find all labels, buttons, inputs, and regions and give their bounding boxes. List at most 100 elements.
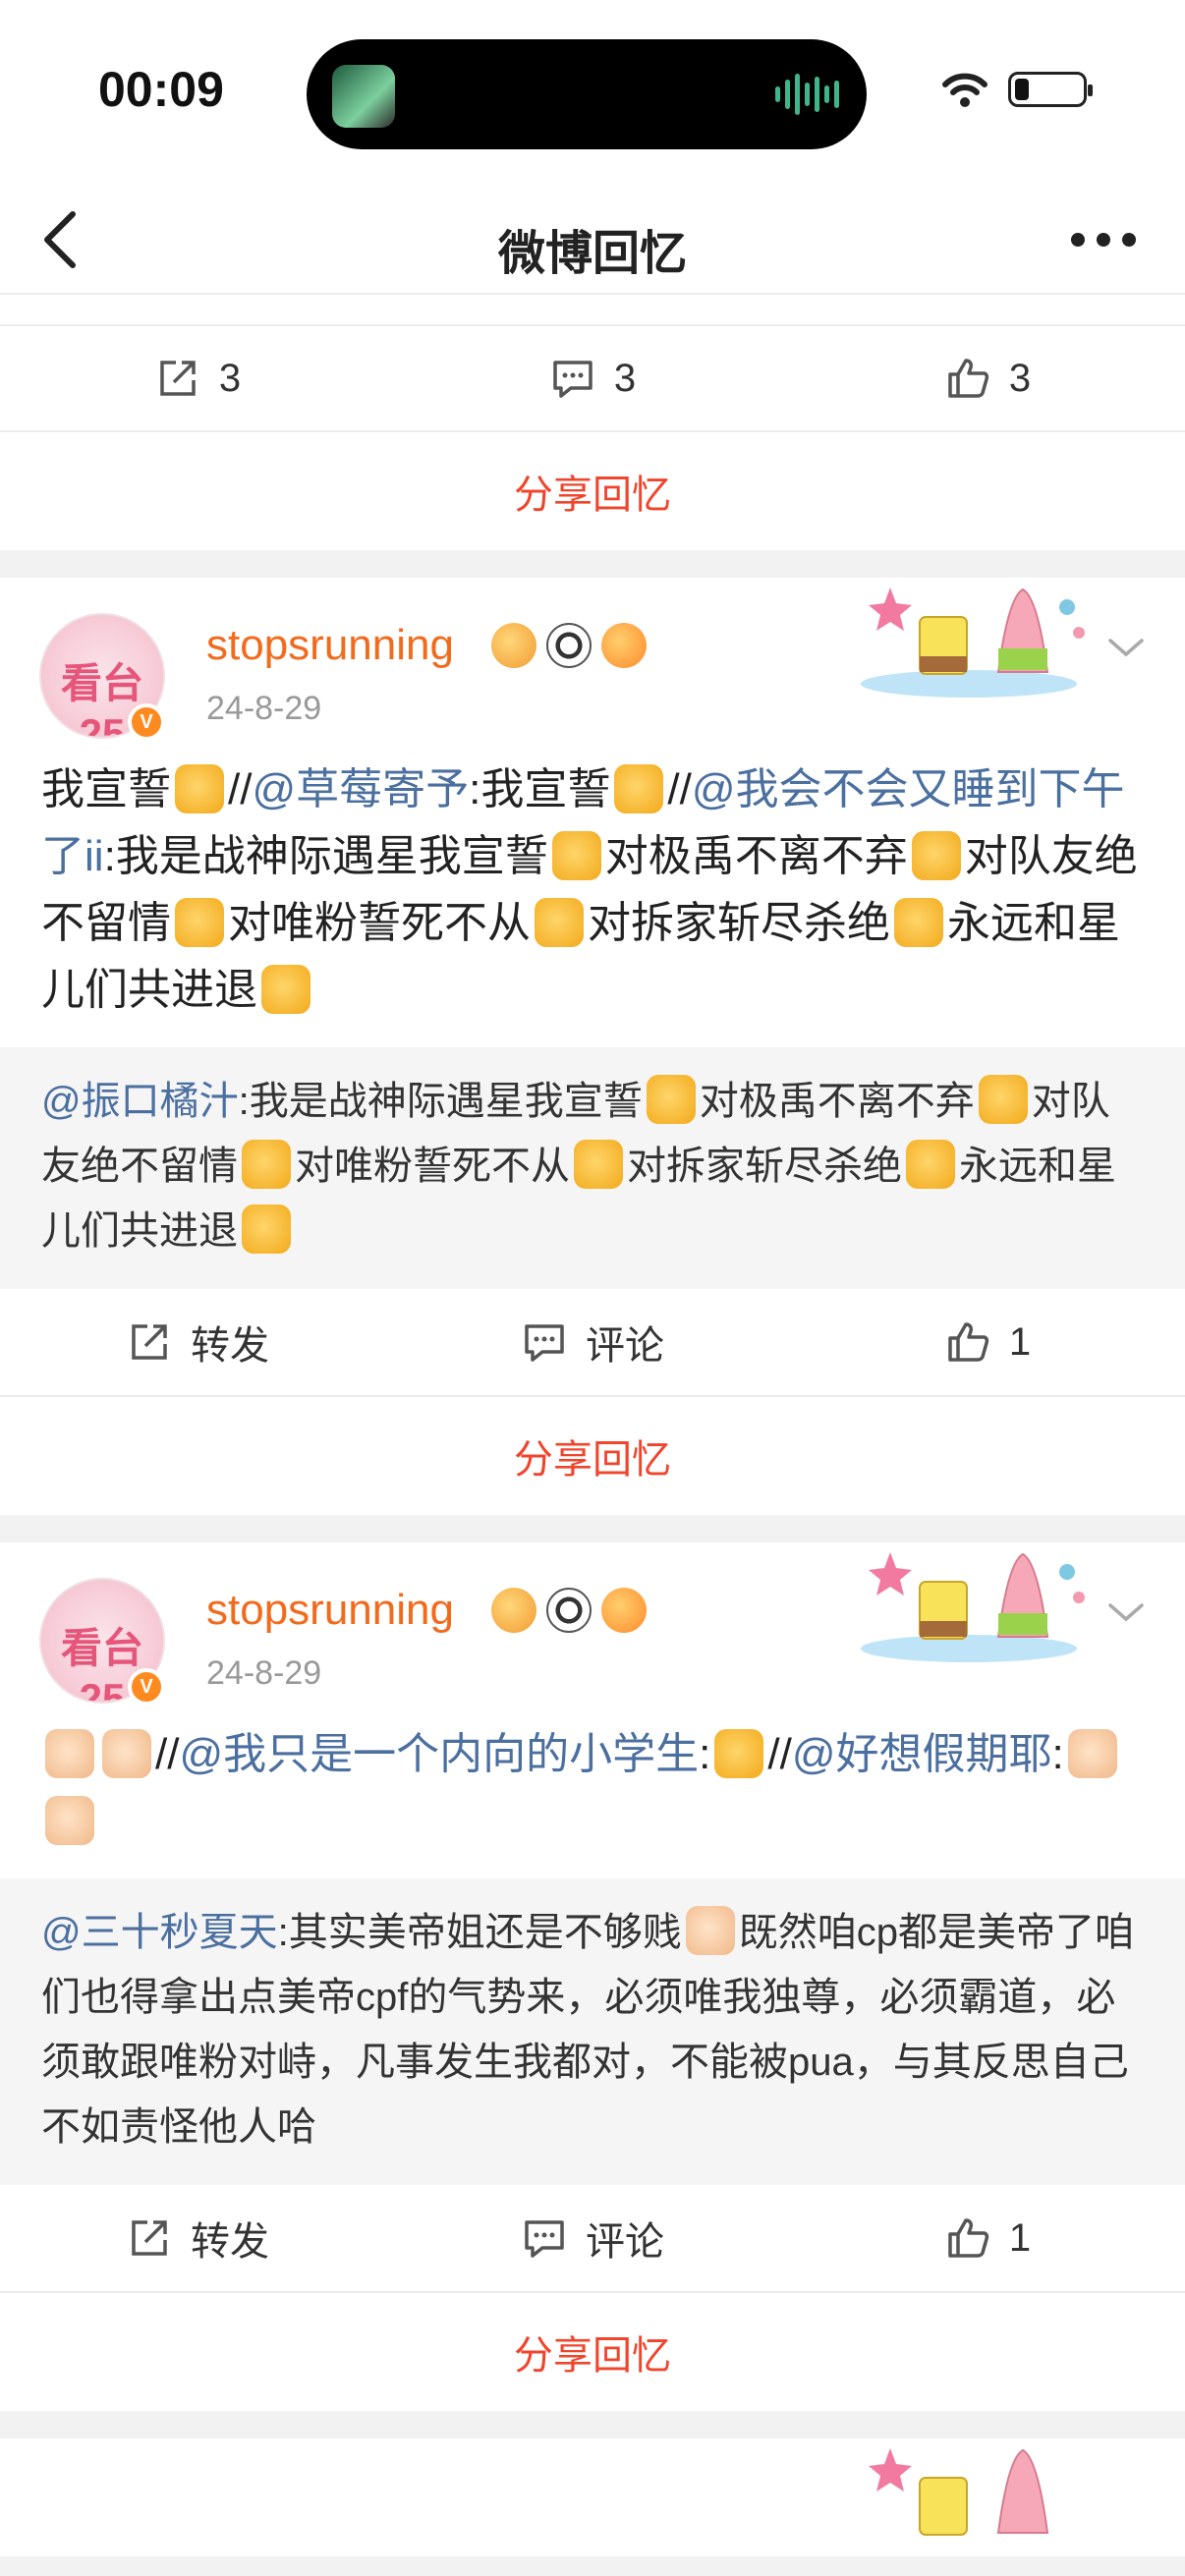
comment-icon: [525, 1324, 564, 1362]
comment-button[interactable]: 评论: [494, 2210, 691, 2267]
post-actions: 3 3 3: [0, 324, 1185, 432]
pufferfish-badge-icon: [601, 1588, 647, 1633]
fist-emoji-icon: [175, 898, 224, 947]
chevron-down-icon[interactable]: [1106, 1597, 1146, 1627]
post-header: 看台25 V stopsrunning 24-8-29: [0, 1542, 1185, 1709]
text-segment: :其实美帝姐还是不够贱: [277, 1911, 682, 1954]
like-button[interactable]: 1: [889, 2214, 1086, 2262]
card-divider: [0, 1515, 1185, 1542]
text-segment: :: [1051, 1730, 1064, 1778]
status-bar: 00:09: [0, 0, 1185, 187]
rock-emoji-icon: [261, 965, 310, 1014]
post-text: 我宣誓//@草莓寄予:我宣誓//@我会不会又睡到下午了ii:我是战神际遇星我宣誓…: [0, 745, 1185, 1047]
post-header: 看台25 V stopsrunning 24-8-29: [0, 578, 1185, 745]
share-memory-button[interactable]: 分享回忆: [0, 1397, 1185, 1515]
username[interactable]: stopsrunning: [206, 1586, 454, 1635]
repost-icon: [132, 1324, 167, 1360]
share-memory-button[interactable]: 分享回忆: [0, 432, 1185, 550]
status-indicators: [941, 71, 1093, 108]
repost-button[interactable]: 转发: [99, 2210, 296, 2267]
post-date: 24-8-29: [206, 1654, 322, 1692]
more-button[interactable]: [1071, 220, 1150, 259]
post-actions: 转发 评论 1: [0, 1289, 1185, 1397]
thumb-l-emoji-icon: [102, 1729, 151, 1778]
fist-emoji-icon: [911, 831, 961, 880]
pufferfish-badge-icon: [601, 623, 647, 668]
mention-link[interactable]: @好想假期耶: [792, 1730, 1052, 1778]
fist-emoji-icon: [242, 1140, 291, 1189]
text-segment: :我是战神际遇星我宣誓: [103, 832, 548, 880]
battery-icon: [1008, 72, 1093, 107]
repost-label: 转发: [191, 1324, 269, 1368]
text-segment: //: [228, 765, 253, 813]
repost-label: 转发: [191, 2220, 269, 2264]
more-dot-icon: [1097, 233, 1110, 247]
text-segment: 对极禹不离不弃: [604, 832, 908, 880]
card-divider: [0, 2411, 1185, 2438]
text-segment: 对极禹不离不弃: [699, 1080, 975, 1123]
mention-link[interactable]: @我只是一个内向的小学生: [179, 1730, 699, 1778]
text-segment: //: [667, 765, 692, 813]
repost-icon: [132, 2220, 167, 2256]
verified-badge-icon: V: [128, 703, 165, 741]
like-count: 1: [1008, 2215, 1032, 2260]
thumb-l-emoji-icon: [45, 1796, 94, 1845]
panda-badge-icon: [546, 1588, 592, 1633]
spongebob-patrick-decoration-icon: [861, 1552, 1085, 1662]
panda-badge-icon: [546, 623, 592, 668]
text-segment: //: [767, 1730, 792, 1778]
text-segment: 对拆家斩尽杀绝: [627, 1145, 902, 1188]
like-icon: [948, 1322, 988, 1362]
post-date: 24-8-29: [206, 690, 322, 727]
fist-emoji-icon: [574, 1140, 623, 1189]
page-title: 微博回忆: [497, 228, 687, 280]
mention-link[interactable]: @草莓寄予: [252, 765, 469, 813]
text-segment: 我宣誓: [41, 765, 171, 813]
post-card: 看台25 V stopsrunning 24-8-29: [0, 578, 1185, 1515]
post-actions: 转发 评论 1: [0, 2185, 1185, 2293]
username[interactable]: stopsrunning: [206, 621, 454, 670]
post-card: 看台25 V stopsrunning 24-8-29: [0, 1542, 1185, 2411]
repost-icon: [160, 361, 196, 396]
post-card: [0, 2438, 1185, 2556]
mention-link[interactable]: @振口橘汁: [41, 1080, 239, 1123]
text-segment: 对唯粉誓死不从: [295, 1145, 570, 1188]
comment-button[interactable]: 3: [494, 355, 691, 402]
rock-emoji-icon: [242, 1204, 291, 1254]
like-button[interactable]: 3: [889, 355, 1086, 402]
like-count: 3: [1008, 356, 1032, 400]
user-badges: [491, 1588, 647, 1633]
card-divider: [0, 550, 1185, 578]
thumb-l-emoji-icon: [685, 1906, 735, 1955]
comment-label: 评论: [586, 2220, 664, 2264]
more-dot-icon: [1071, 233, 1085, 247]
more-dot-icon: [1122, 233, 1136, 247]
spongebob-patrick-decoration-icon: [869, 2448, 1049, 2536]
comment-label: 评论: [586, 1324, 664, 1368]
quoted-post[interactable]: @三十秒夏天:其实美帝姐还是不够贱 既然咱cp都是美帝了咱们也得拿出点美帝cpf的…: [0, 1878, 1185, 2185]
text-segment: :: [699, 1730, 711, 1778]
fist-emoji-icon: [551, 831, 601, 880]
comment-button[interactable]: 评论: [494, 1314, 691, 1371]
repost-button[interactable]: 3: [99, 355, 296, 402]
dynamic-island[interactable]: [307, 39, 867, 149]
post-card: 3 3 3 分享回忆: [0, 295, 1185, 550]
mention-link[interactable]: @三十秒夏天: [41, 1911, 278, 1954]
wifi-icon: [942, 73, 988, 107]
now-playing-artwork: [332, 65, 395, 128]
chevron-down-icon[interactable]: [1106, 633, 1146, 662]
text-segment: :我宣誓: [469, 765, 611, 813]
fist-emoji-icon: [906, 1140, 955, 1189]
thumb-l-emoji-icon: [1067, 1729, 1117, 1778]
like-button[interactable]: 1: [889, 1318, 1086, 1366]
user-badges: [491, 623, 647, 668]
quoted-post[interactable]: @振口橘汁:我是战神际遇星我宣誓 对极禹不离不弃 对队友绝不留情 对唯粉誓死不从 对拆家…: [0, 1047, 1185, 1289]
share-memory-button[interactable]: 分享回忆: [0, 2293, 1185, 2411]
comment-count: 3: [613, 356, 637, 400]
repost-button[interactable]: 转发: [99, 1314, 296, 1371]
thumb-l-emoji-icon: [45, 1729, 94, 1778]
nav-bar: 微博回忆: [0, 187, 1185, 295]
post-text: //@我只是一个内向的小学生://@好想假期耶:: [0, 1709, 1185, 1878]
thumb-y-emoji-icon: [714, 1729, 764, 1778]
text-segment: //: [155, 1730, 180, 1778]
